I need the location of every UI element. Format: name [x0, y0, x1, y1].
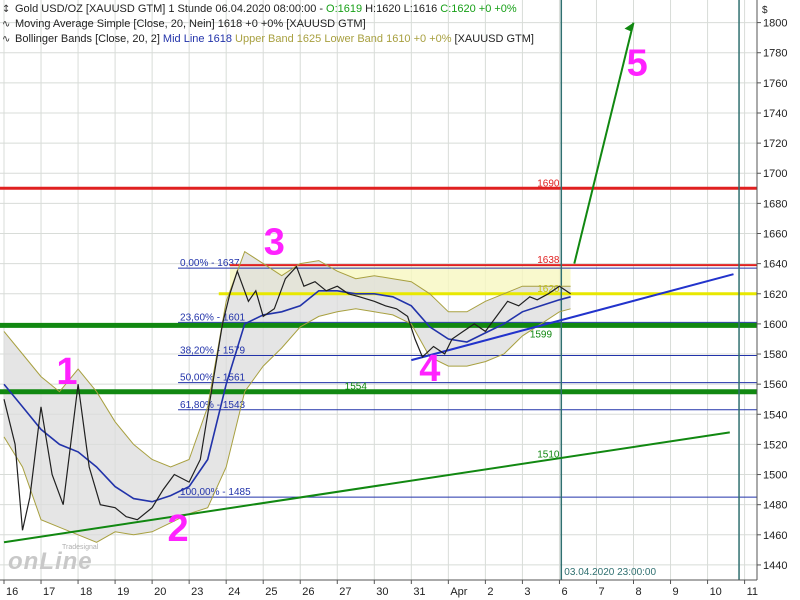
x-tick-label: 18: [80, 586, 92, 598]
legend-ma-name: Moving Average Simple [Close, 20, Nein]: [15, 18, 215, 30]
x-tick-label: 20: [154, 586, 166, 598]
x-tick-label: 17: [43, 586, 55, 598]
x-tick-label: 10: [710, 586, 722, 598]
fibonacci-label: 0,00% - 1637: [180, 258, 240, 269]
y-tick-label: 1460: [763, 530, 787, 542]
wave-label: 2: [167, 508, 188, 550]
legend-row-ma[interactable]: ∿ Moving Average Simple [Close, 20, Nein…: [2, 17, 534, 32]
cursor-time-label: 03.04.2020 23:00:00: [564, 567, 656, 578]
legend-time: 06.04.2020 08:00:00: [215, 3, 317, 15]
legend-ma-instrument: [XAUUSD GTM]: [286, 18, 366, 30]
y-tick-label: 1640: [763, 259, 787, 271]
y-tick-label: 1760: [763, 78, 787, 90]
y-tick-label: 1780: [763, 48, 787, 60]
chart-window: 0,00% - 1637 23,60% - 1601 38,20% - 1579 50…: [0, 0, 800, 600]
wave-icon: ∿: [2, 34, 11, 45]
legend-interval: 1 Stunde: [168, 3, 213, 15]
legend-row-bollinger[interactable]: ∿ Bollinger Bands [Close, 20, 2] Mid Lin…: [2, 32, 534, 47]
legend-bb-name: Bollinger Bands [Close, 20, 2]: [15, 33, 160, 45]
x-tick-label: 26: [302, 586, 314, 598]
y-tick-label: 1540: [763, 409, 787, 421]
y-tick-label: 1520: [763, 439, 787, 451]
wave-icon: ∿: [2, 19, 11, 30]
y-tick-label: 1660: [763, 229, 787, 241]
legend-open: O:1619: [326, 3, 363, 15]
legend-close: C:1620 +0 +0%: [440, 3, 517, 15]
y-tick-label: 1800: [763, 18, 787, 30]
y-tick-label: 1560: [763, 379, 787, 391]
x-tick-label: 19: [117, 586, 129, 598]
logo-main: onLine: [8, 548, 93, 575]
x-tick-label: 24: [228, 586, 240, 598]
x-tick-label: 16: [6, 586, 18, 598]
legend-price-name: Gold USD/OZ [XAUUSD GTM]: [15, 3, 166, 15]
x-tick-label: 23: [191, 586, 203, 598]
x-tick-label: 2: [487, 586, 493, 598]
legend-bb-instrument: [XAUUSD GTM]: [454, 33, 534, 45]
x-tick-label: 11: [747, 586, 758, 598]
x-tick-label: 25: [265, 586, 277, 598]
legend-bb-mid: Mid Line 1618: [162, 33, 233, 45]
y-tick-label: 1500: [763, 470, 787, 482]
level-label: 1554: [345, 382, 368, 393]
tradesignal-logo: Tradesignal onLine: [8, 542, 108, 576]
x-tick-label: 9: [673, 586, 679, 598]
chart-legend: ↕ Gold USD/OZ [XAUUSD GTM] 1 Stunde 06.0…: [2, 2, 534, 47]
fibonacci-label: 100,00% - 1485: [180, 487, 251, 498]
x-tick-label: 6: [561, 586, 567, 598]
legend-sep: -: [319, 3, 324, 15]
legend-high: H:1620: [365, 3, 401, 15]
y-tick-label: 1720: [763, 138, 787, 150]
level-label: 1638: [537, 255, 560, 266]
x-tick-label: 3: [524, 586, 530, 598]
y-tick-label: 1680: [763, 198, 787, 210]
level-label: 1599: [530, 329, 553, 340]
x-tick-label: 8: [636, 586, 642, 598]
chart-canvas[interactable]: 0,00% - 163723,60% - 160138,20% - 157950…: [0, 0, 800, 600]
bar-chart-icon: ↕: [2, 4, 11, 15]
wave-label: 5: [627, 42, 648, 84]
x-tick-label: 7: [598, 586, 604, 598]
x-tick-label: Apr: [450, 586, 467, 598]
legend-low: L:1616: [403, 3, 438, 15]
y-tick-label: 1480: [763, 500, 787, 512]
legend-row-price[interactable]: ↕ Gold USD/OZ [XAUUSD GTM] 1 Stunde 06.0…: [2, 2, 534, 17]
y-tick-label: 1620: [763, 289, 787, 301]
x-tick-label: 31: [413, 586, 425, 598]
x-tick-label: 30: [376, 586, 388, 598]
fibonacci-label: 61,80% - 1543: [180, 400, 245, 411]
level-label: 1690: [537, 178, 560, 189]
legend-ma-value: 1618 +0 +0%: [217, 18, 284, 30]
x-tick-label: 27: [339, 586, 351, 598]
legend-bb-bands: Upper Band 1625 Lower Band 1610 +0 +0%: [235, 33, 452, 45]
y-axis-currency: $: [762, 5, 768, 16]
wave-label: 4: [419, 348, 440, 390]
y-tick-label: 1600: [763, 319, 787, 331]
y-tick-label: 1580: [763, 349, 787, 361]
y-tick-label: 1440: [763, 560, 787, 572]
wave-label: 1: [56, 351, 77, 393]
y-tick-label: 1740: [763, 108, 787, 120]
fibonacci-label: 23,60% - 1601: [180, 312, 245, 323]
y-tick-label: 1700: [763, 168, 787, 180]
wave-label: 3: [264, 222, 285, 264]
